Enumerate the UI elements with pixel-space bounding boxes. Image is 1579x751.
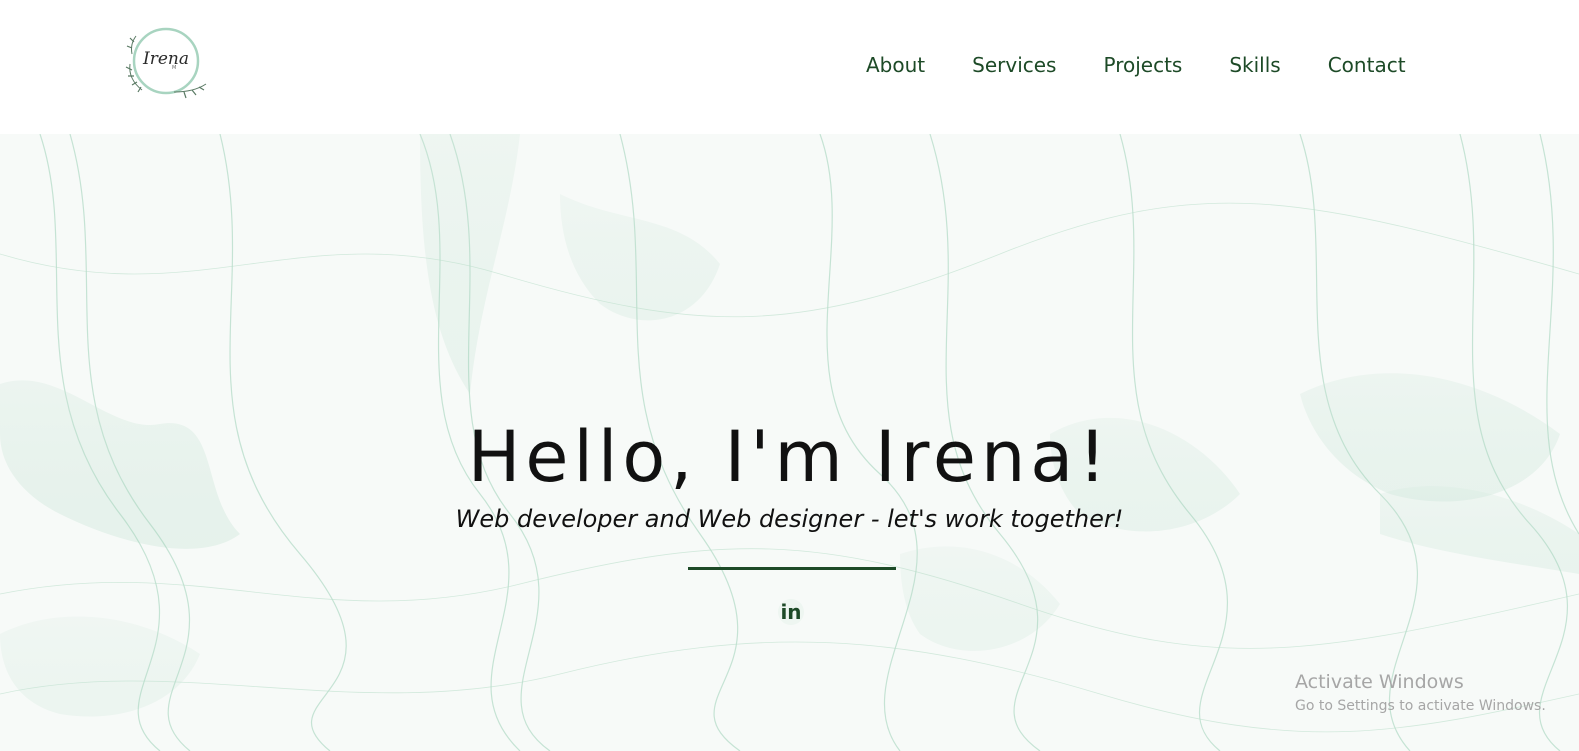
- hero-section: Hello, I'm Irena! Web developer and Web …: [0, 134, 1579, 751]
- nav-link-about[interactable]: About: [866, 53, 925, 77]
- logo-initials: M: [172, 65, 177, 71]
- nav-link-skills[interactable]: Skills: [1229, 53, 1280, 77]
- watermark-subtitle: Go to Settings to activate Windows.: [1295, 698, 1546, 714]
- windows-activation-watermark: Activate Windows Go to Settings to activ…: [1295, 671, 1546, 714]
- hero-divider: [688, 567, 896, 570]
- hero-subtitle: Web developer and Web designer - let's w…: [455, 505, 1124, 533]
- site-logo[interactable]: Irena M: [122, 24, 208, 100]
- site-header: Irena M About Services Projects Skills C…: [0, 0, 1579, 134]
- nav-link-projects[interactable]: Projects: [1103, 53, 1182, 77]
- watermark-title: Activate Windows: [1295, 671, 1464, 693]
- nav-link-contact[interactable]: Contact: [1328, 53, 1406, 77]
- main-nav: About Services Projects Skills Contact: [866, 50, 1406, 80]
- hero-title: Hello, I'm Irena!: [467, 416, 1112, 498]
- logo-name: Irena: [143, 49, 189, 69]
- linkedin-icon[interactable]: in: [778, 599, 804, 625]
- nav-link-services[interactable]: Services: [972, 53, 1056, 77]
